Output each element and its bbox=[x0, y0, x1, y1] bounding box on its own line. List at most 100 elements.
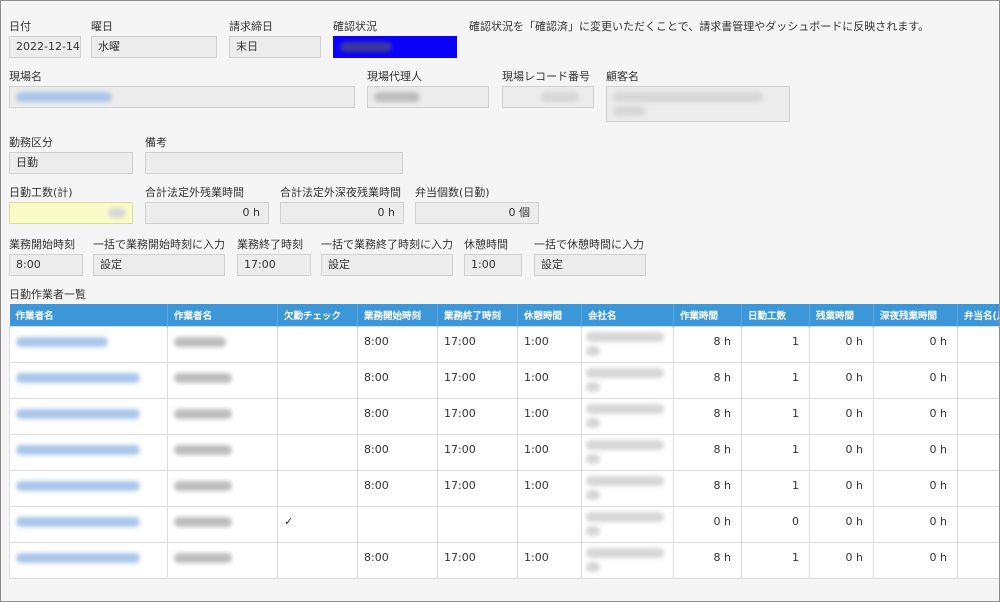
bulk-break-label: 一括で休憩時間に入力 bbox=[534, 238, 644, 251]
bulk-break-select[interactable]: 設定 bbox=[534, 254, 646, 276]
col-late-overtime[interactable]: 深夜残業時間 bbox=[873, 304, 958, 326]
col-day-count[interactable]: 日勤工数 bbox=[741, 304, 810, 326]
end-time-cell: 17:00 bbox=[437, 469, 518, 507]
company-name-cell bbox=[581, 361, 674, 399]
work-time-cell: 8 h bbox=[673, 397, 742, 435]
remarks-field[interactable] bbox=[145, 152, 403, 174]
company-obscured-line2 bbox=[586, 561, 600, 572]
site-name-obscured bbox=[16, 92, 112, 102]
lunch-count-field[interactable]: 0 個 bbox=[415, 202, 539, 224]
end-time-cell: 17:00 bbox=[437, 433, 518, 471]
col-company-name[interactable]: 会社名 bbox=[581, 304, 674, 326]
overtime-cell: 0 h bbox=[809, 541, 874, 579]
table-row[interactable]: 8:00 17:00 1:00 8 h10 h0 h bbox=[9, 469, 999, 507]
site-name-field[interactable] bbox=[9, 86, 355, 108]
col-worker-name[interactable]: 作業者名 bbox=[9, 304, 168, 326]
late-overtime-total-label: 合計法定外深夜残業時間 bbox=[280, 186, 401, 199]
table-row[interactable]: ✓ 0 h00 h0 h bbox=[9, 505, 999, 543]
absent-check-cell[interactable] bbox=[277, 469, 358, 507]
site-agent-obscured bbox=[374, 92, 420, 102]
customer-field[interactable] bbox=[606, 86, 790, 122]
worker-name-2-obscured bbox=[174, 444, 232, 455]
company-obscured-line1 bbox=[586, 403, 664, 414]
break-time-field[interactable]: 1:00 bbox=[464, 254, 522, 276]
company-obscured-line1 bbox=[586, 439, 664, 450]
worker-name-cell[interactable] bbox=[9, 397, 168, 435]
closing-day-label: 請求締日 bbox=[229, 20, 273, 33]
break-time-cell: 1:00 bbox=[517, 361, 582, 399]
company-obscured-line1 bbox=[586, 511, 664, 522]
day-count-cell: 1 bbox=[741, 433, 810, 471]
absent-check-cell[interactable] bbox=[277, 325, 358, 363]
worker-name-cell[interactable] bbox=[9, 541, 168, 579]
site-record-field[interactable] bbox=[502, 86, 594, 108]
company-name-cell bbox=[581, 433, 674, 471]
status-select[interactable] bbox=[333, 36, 457, 58]
start-time-cell: 8:00 bbox=[357, 397, 438, 435]
table-row[interactable]: 8:00 17:00 1:00 8 h10 h0 h bbox=[9, 325, 999, 363]
worker-name-2-obscured bbox=[174, 408, 232, 419]
record-detail-window: 日付 2022-12-14 曜日 水曜 請求締日 末日 確認状況 確認状況を「確… bbox=[0, 0, 1000, 602]
end-time-field[interactable]: 17:00 bbox=[237, 254, 311, 276]
col-end-time[interactable]: 業務終了時刻 bbox=[437, 304, 518, 326]
bulk-end-select[interactable]: 設定 bbox=[321, 254, 453, 276]
absent-check-cell[interactable] bbox=[277, 361, 358, 399]
weekday-field[interactable]: 水曜 bbox=[91, 36, 217, 58]
company-name-cell bbox=[581, 397, 674, 435]
site-agent-field[interactable] bbox=[367, 86, 489, 108]
absent-check-cell[interactable] bbox=[277, 541, 358, 579]
work-type-field[interactable]: 日勤 bbox=[9, 152, 133, 174]
status-value-obscured bbox=[340, 42, 392, 52]
col-absent-check[interactable]: 欠勤チェック bbox=[277, 304, 358, 326]
absent-check-cell[interactable] bbox=[277, 397, 358, 435]
company-obscured-line1 bbox=[586, 331, 664, 342]
worker-name-cell[interactable] bbox=[9, 361, 168, 399]
day-work-total-obscured bbox=[108, 208, 126, 218]
site-agent-label: 現場代理人 bbox=[367, 70, 422, 83]
workers-table: 作業者名 作業者名 欠勤チェック 業務開始時刻 業務終了時刻 休憩時間 会社名 … bbox=[9, 304, 999, 579]
worker-name-2-obscured bbox=[174, 552, 232, 563]
work-time-cell: 8 h bbox=[673, 325, 742, 363]
bulk-start-label: 一括で業務開始時刻に入力 bbox=[93, 238, 225, 251]
col-worker-name-2[interactable]: 作業者名 bbox=[167, 304, 278, 326]
worker-name-obscured bbox=[16, 444, 140, 455]
date-field[interactable]: 2022-12-14 bbox=[9, 36, 81, 58]
worker-name-cell[interactable] bbox=[9, 325, 168, 363]
day-count-cell: 1 bbox=[741, 325, 810, 363]
break-time-cell bbox=[517, 505, 582, 543]
worker-name-2-cell bbox=[167, 325, 278, 363]
day-count-cell: 1 bbox=[741, 361, 810, 399]
lunch-cell bbox=[957, 397, 999, 435]
col-work-time[interactable]: 作業時間 bbox=[673, 304, 742, 326]
company-obscured-line2 bbox=[586, 381, 600, 392]
site-record-label: 現場レコード番号 bbox=[502, 70, 590, 83]
absent-check-cell[interactable] bbox=[277, 433, 358, 471]
table-row[interactable]: 8:00 17:00 1:00 8 h10 h0 h bbox=[9, 433, 999, 471]
col-lunch[interactable]: 弁当名(月 bbox=[957, 304, 999, 326]
late-overtime-total-field[interactable]: 0 h bbox=[280, 202, 404, 224]
start-time-cell: 8:00 bbox=[357, 469, 438, 507]
worker-name-cell[interactable] bbox=[9, 433, 168, 471]
lunch-cell bbox=[957, 541, 999, 579]
absent-check-cell[interactable]: ✓ bbox=[277, 505, 358, 543]
worker-name-2-cell bbox=[167, 397, 278, 435]
worker-name-obscured bbox=[16, 372, 140, 383]
col-start-time[interactable]: 業務開始時刻 bbox=[357, 304, 438, 326]
start-time-cell: 8:00 bbox=[357, 541, 438, 579]
table-row[interactable]: 8:00 17:00 1:00 8 h10 h0 h bbox=[9, 397, 999, 435]
overtime-total-field[interactable]: 0 h bbox=[145, 202, 269, 224]
col-overtime[interactable]: 残業時間 bbox=[809, 304, 874, 326]
end-time-cell: 17:00 bbox=[437, 325, 518, 363]
company-obscured-line2 bbox=[586, 453, 600, 464]
worker-name-cell[interactable] bbox=[9, 505, 168, 543]
end-time-cell: 17:00 bbox=[437, 361, 518, 399]
bulk-end-label: 一括で業務終了時刻に入力 bbox=[321, 238, 453, 251]
closing-day-field[interactable]: 末日 bbox=[229, 36, 321, 58]
bulk-start-select[interactable]: 設定 bbox=[93, 254, 225, 276]
day-work-total-field[interactable] bbox=[9, 202, 133, 224]
table-row[interactable]: 8:00 17:00 1:00 8 h10 h0 h bbox=[9, 361, 999, 399]
worker-name-cell[interactable] bbox=[9, 469, 168, 507]
col-break-time[interactable]: 休憩時間 bbox=[517, 304, 582, 326]
table-row[interactable]: 8:00 17:00 1:00 8 h10 h0 h bbox=[9, 541, 999, 579]
start-time-field[interactable]: 8:00 bbox=[9, 254, 83, 276]
